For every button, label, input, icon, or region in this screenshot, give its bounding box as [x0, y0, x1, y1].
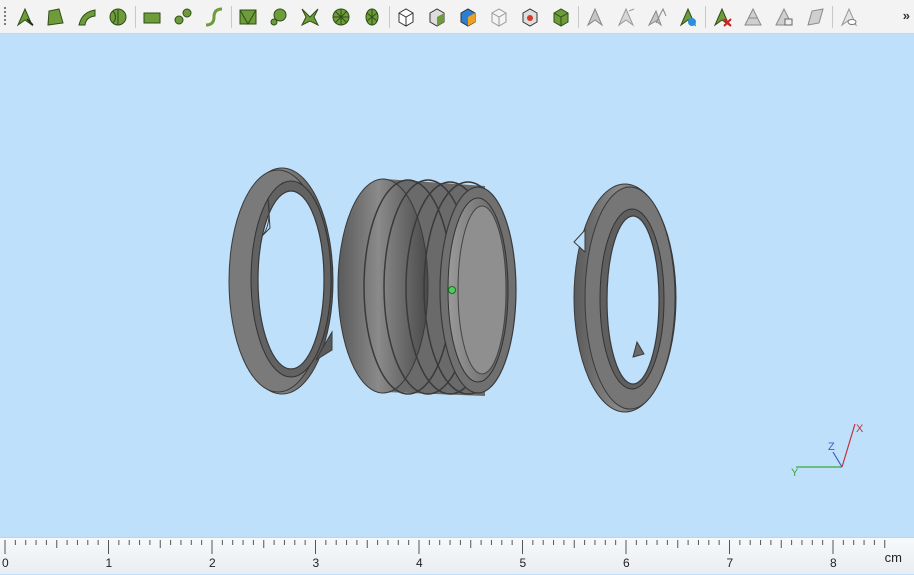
layer-grey-button[interactable] — [741, 5, 765, 29]
model-scene: X Y Z — [228, 167, 864, 479]
select-arrow-icon — [16, 7, 34, 27]
ruler-label: 4 — [416, 556, 423, 570]
3d-viewport[interactable]: X Y Z — [0, 34, 914, 537]
pointer-delete-icon — [713, 7, 732, 27]
ruler-label: 6 — [623, 556, 630, 570]
toolbar-separator — [135, 6, 136, 28]
layer-plane-button[interactable] — [803, 5, 827, 29]
ruler-label: 8 — [830, 556, 837, 570]
cube-view-button[interactable] — [394, 5, 418, 29]
cube-red-icon — [522, 8, 538, 27]
toolbar-separator — [578, 6, 579, 28]
cube-wire-button[interactable] — [487, 5, 511, 29]
pointer-faded-button[interactable] — [614, 5, 638, 29]
toolbar-overflow-button[interactable]: » — [903, 8, 910, 23]
pointer-double-button[interactable] — [645, 5, 669, 29]
shell-select-button[interactable] — [106, 5, 130, 29]
pointer-blue-button[interactable] — [676, 5, 700, 29]
axis-x-label: X — [856, 423, 864, 435]
cube-green-icon — [553, 8, 569, 27]
toolbar-separator — [832, 6, 833, 28]
mesh-spoke-button[interactable] — [298, 5, 322, 29]
cube-green-button[interactable] — [549, 5, 573, 29]
right-ring-part[interactable] — [573, 183, 677, 413]
layer-copy-icon — [775, 7, 793, 26]
cube-color-icon — [460, 8, 476, 27]
toolbar-separator — [705, 6, 706, 28]
ruler-label: 5 — [519, 556, 527, 570]
layer-grey-icon — [744, 7, 762, 26]
main-toolbar: » — [0, 0, 914, 34]
left-ring-part[interactable] — [228, 167, 334, 395]
edge-select-button[interactable] — [75, 5, 99, 29]
ruler-label: 0 — [2, 556, 9, 570]
cube-wire-icon — [491, 8, 507, 27]
pointer-blue-icon — [679, 7, 697, 27]
shell-select-icon — [109, 8, 127, 26]
edge-select-icon — [78, 9, 96, 26]
ruler-units: cm — [884, 550, 902, 565]
ruler-ticks — [4, 540, 886, 554]
mesh-face-icon — [239, 9, 257, 26]
pointer-eye-button[interactable] — [837, 5, 861, 29]
curve-select-button[interactable] — [202, 5, 226, 29]
axis-y-label: Y — [791, 467, 799, 479]
ruler-label: 1 — [105, 556, 113, 570]
vertex-select-button[interactable] — [171, 5, 195, 29]
mesh-fan-icon — [365, 8, 379, 26]
layer-plane-icon — [807, 8, 824, 26]
pivot-point-marker — [448, 286, 456, 294]
plane-select-icon — [143, 12, 161, 24]
vertex-select-icon — [174, 8, 192, 25]
pointer-double-icon — [647, 7, 667, 27]
cube-view-icon — [398, 8, 414, 27]
mesh-spoke-icon — [300, 8, 320, 27]
ruler-label: 7 — [726, 556, 734, 570]
toolbar-grip[interactable] — [4, 7, 6, 27]
cube-color-button[interactable] — [456, 5, 480, 29]
face-select-icon — [47, 8, 64, 26]
pointer-faded-icon — [617, 7, 635, 27]
ruler-label: 2 — [209, 556, 216, 570]
curve-select-icon — [205, 7, 223, 27]
mesh-face-button[interactable] — [236, 5, 260, 29]
face-select-button[interactable] — [44, 5, 68, 29]
cube-shaded-button[interactable] — [425, 5, 449, 29]
pointer-delete-button[interactable] — [710, 5, 734, 29]
layer-copy-button[interactable] — [772, 5, 796, 29]
pointer-grey-icon — [586, 7, 604, 27]
mesh-fan-button[interactable] — [360, 5, 384, 29]
measurement-ruler: 0 1 2 3 4 5 6 7 8 cm — [0, 537, 914, 574]
ruler-label: 3 — [312, 556, 320, 570]
pointer-eye-icon — [840, 7, 858, 27]
cube-shaded-icon — [429, 8, 445, 27]
cube-red-button[interactable] — [518, 5, 542, 29]
axis-triad: X Y Z — [791, 423, 864, 479]
mesh-disc-icon — [332, 8, 350, 26]
center-sleeve-part[interactable] — [337, 178, 517, 396]
toolbar-separator — [231, 6, 232, 28]
select-arrow-button[interactable] — [13, 5, 37, 29]
axis-z-label: Z — [828, 441, 835, 453]
mesh-disc-button[interactable] — [329, 5, 353, 29]
pointer-grey-button[interactable] — [583, 5, 607, 29]
mesh-node-button[interactable] — [267, 5, 291, 29]
toolbar-separator — [389, 6, 390, 28]
mesh-node-icon — [270, 8, 287, 26]
plane-select-button[interactable] — [140, 5, 164, 29]
